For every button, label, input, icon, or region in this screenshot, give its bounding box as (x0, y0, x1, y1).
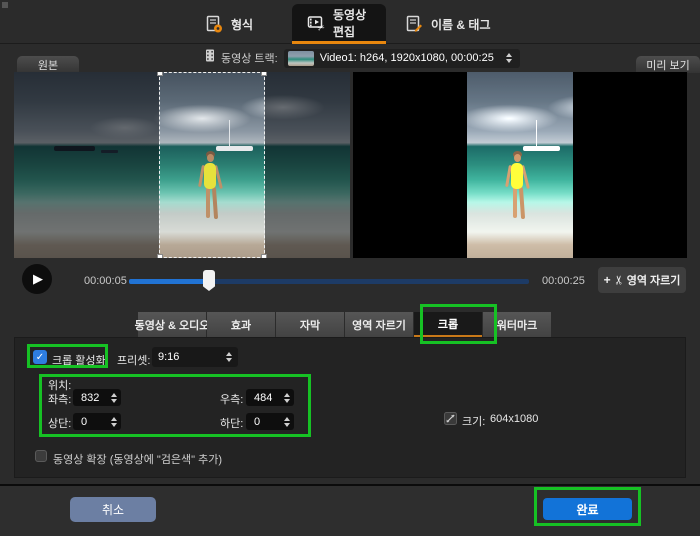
document-pencil-icon (404, 14, 424, 34)
tab-cut-region[interactable]: 영역 자르기 (345, 312, 413, 337)
sailboat-hull (522, 146, 560, 152)
done-button[interactable]: 완료 (543, 498, 632, 520)
tab-crop[interactable]: 크롭 (414, 312, 482, 337)
svg-text:✂: ✂ (316, 21, 326, 32)
bottom-label: 하단: (220, 418, 244, 430)
tab-format-label: 형식 (231, 17, 254, 32)
cut-region-label: 영역 자르기 (626, 275, 681, 287)
sailboat-mast (536, 120, 538, 147)
preset-value: 9:16 (158, 351, 180, 363)
tab-video-edit-label: 동영상 편집 (333, 7, 367, 39)
source-video-canvas[interactable] (14, 72, 350, 258)
tab-label: 동영상 & 오디오 (134, 319, 210, 332)
bottom-spinner[interactable]: 0 (246, 413, 294, 430)
tab-label: 자막 (299, 319, 321, 332)
window-icon (2, 2, 8, 8)
preset-dropdown[interactable]: 9:16 (152, 347, 238, 367)
tab-name-tag[interactable]: 이름 & 태그 (404, 4, 491, 44)
top-tab-bar: 형식 ✂ 동영상 편집 이름 & 태그 (0, 0, 700, 44)
video-track-label: 동영상 트랙: (221, 53, 278, 65)
crop-dim-overlay-right (265, 72, 350, 258)
left-value: 832 (81, 391, 100, 404)
cut-region-button[interactable]: + ✂ 영역 자르기 (598, 267, 686, 293)
top-spinner[interactable]: 0 (73, 413, 121, 430)
top-label: 상단: (48, 418, 72, 430)
size-label: 크기: (462, 416, 486, 428)
tab-label: 크롭 (437, 318, 459, 331)
done-label: 완료 (576, 502, 599, 517)
tab-format[interactable]: 형식 (204, 4, 253, 44)
expand-video-checkbox[interactable] (35, 450, 47, 462)
spinner-arrows-icon[interactable] (284, 392, 290, 403)
chevron-updown-icon (226, 352, 232, 362)
spinner-arrows-icon[interactable] (111, 416, 117, 427)
cropped-preview-strip (467, 72, 573, 258)
tab-label: 영역 자르기 (352, 319, 406, 332)
spinner-arrows-icon[interactable] (284, 416, 290, 427)
tab-video-edit[interactable]: ✂ 동영상 편집 (292, 4, 386, 44)
chevron-updown-icon (505, 53, 512, 63)
crop-handle-top-right[interactable] (261, 72, 267, 76)
resize-icon (444, 412, 457, 425)
crop-selection-rect[interactable] (157, 72, 267, 258)
bottom-value: 0 (254, 415, 261, 428)
video-thumbnail (287, 50, 314, 66)
crop-handle-bottom-left[interactable] (157, 254, 163, 258)
left-label: 좌측: (48, 394, 72, 406)
film-icon (205, 49, 215, 67)
preset-label: 프리셋: (117, 355, 151, 367)
crop-handle-bottom-right[interactable] (261, 254, 267, 258)
seek-track[interactable] (129, 279, 529, 284)
edit-tabs: 동영상 & 오디오 효과 자막 영역 자르기 크롭 워터마크 (135, 312, 552, 337)
left-spinner[interactable]: 832 (73, 389, 121, 406)
tab-effect[interactable]: 효과 (207, 312, 275, 337)
person-figure (514, 153, 522, 162)
expand-video-label: 동영상 확장 (동영상에 "검은색" 추가) (53, 454, 223, 466)
play-button[interactable]: ▶ (22, 264, 52, 294)
document-gear-icon (204, 14, 224, 34)
total-time: 00:00:25 (542, 275, 585, 287)
enable-crop-label: 크롭 활성화 (52, 355, 106, 367)
beach-scene-cropped (467, 72, 573, 258)
playhead-handle[interactable] (203, 270, 215, 291)
preview-tab: 미리 보기 (636, 56, 700, 73)
crop-handle-top-left[interactable] (157, 72, 163, 76)
cancel-button[interactable]: 취소 (70, 497, 156, 522)
seek-bar[interactable] (129, 270, 529, 292)
right-label: 우측: (220, 394, 244, 406)
check-icon: ✓ (35, 351, 45, 363)
video-track-value: Video1: h264, 1920x1080, 00:00:25 (319, 52, 494, 64)
plus-icon: + (603, 273, 611, 287)
preview-label: 미리 보기 (646, 59, 690, 72)
person-figure (510, 163, 523, 190)
crop-dim-overlay-left (14, 72, 159, 258)
spinner-arrows-icon[interactable] (111, 392, 117, 403)
preview-video-canvas (353, 72, 687, 258)
person-figure (519, 187, 526, 220)
original-tab: 원본 (17, 56, 79, 73)
scissors-icon: ✂ (611, 274, 626, 286)
right-value: 484 (254, 391, 273, 404)
original-label: 원본 (37, 59, 59, 72)
video-track-select[interactable]: Video1: h264, 1920x1080, 00:00:25 (283, 48, 520, 68)
tab-subtitle[interactable]: 자막 (276, 312, 344, 337)
cancel-label: 취소 (101, 503, 125, 517)
video-track-row: 동영상 트랙: Video1: h264, 1920x1080, 00:00:2… (205, 46, 520, 70)
tab-name-tag-label: 이름 & 태그 (431, 17, 491, 32)
tab-label: 워터마크 (496, 319, 538, 332)
tab-label: 효과 (230, 319, 252, 332)
top-value: 0 (81, 415, 88, 428)
size-value: 604x1080 (490, 413, 539, 425)
progress-fill (129, 279, 209, 284)
play-icon: ▶ (33, 271, 43, 286)
video-edit-dialog: 형식 ✂ 동영상 편집 이름 & 태그 원본 동영상 트랙: Video1: h… (0, 0, 700, 536)
right-spinner[interactable]: 484 (246, 389, 294, 406)
film-scissors-icon: ✂ (306, 13, 326, 33)
tab-video-audio[interactable]: 동영상 & 오디오 (135, 312, 209, 337)
enable-crop-checkbox[interactable]: ✓ (33, 350, 47, 364)
person-figure (512, 187, 517, 219)
current-time: 00:00:05 (84, 275, 127, 287)
tab-watermark[interactable]: 워터마크 (483, 312, 551, 337)
